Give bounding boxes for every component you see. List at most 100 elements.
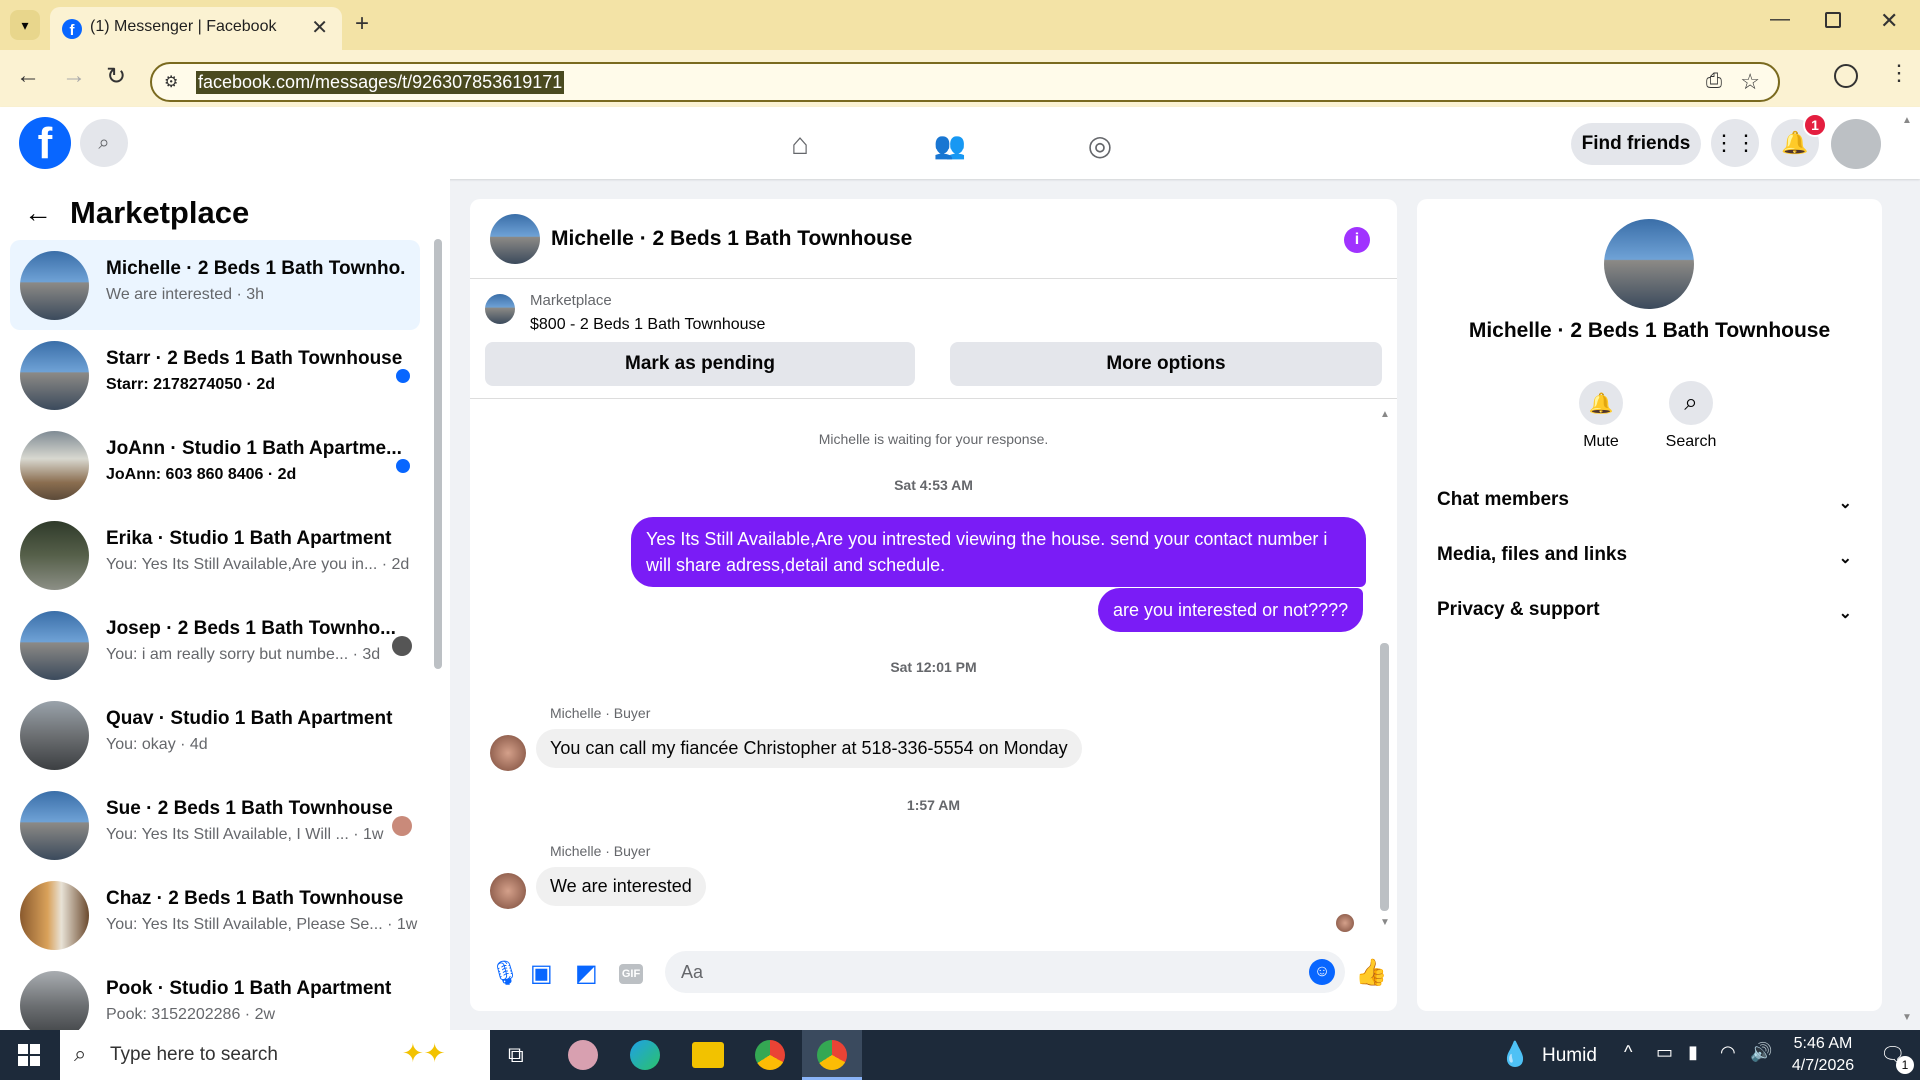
mute-label[interactable]: Mute: [1561, 433, 1641, 451]
back-arrow-icon[interactable]: ←: [24, 197, 52, 229]
weather-label[interactable]: Humid: [1542, 1045, 1597, 1067]
mute-bell-icon[interactable]: 🔔: [1579, 381, 1623, 425]
taskbar-app-icon[interactable]: [568, 1040, 598, 1070]
sender-label: Michelle · Buyer: [550, 843, 651, 859]
conversation-item[interactable]: Chaz · 2 Beds 1 Bath Townhouse You: Yes …: [10, 870, 420, 960]
new-tab-icon[interactable]: +: [355, 10, 369, 38]
bookmark-star-icon[interactable]: ☆: [1740, 69, 1760, 95]
find-friends-button[interactable]: Find friends: [1571, 123, 1701, 165]
emoji-icon[interactable]: ☺: [1309, 959, 1335, 985]
chrome-icon[interactable]: [755, 1040, 785, 1070]
search-label[interactable]: Search: [1651, 433, 1731, 451]
message-input[interactable]: Aa ☺: [665, 951, 1345, 993]
chevron-down-icon: ⌄: [1838, 495, 1852, 512]
conversation-item[interactable]: Starr · 2 Beds 1 Bath Townhouse Starr: 2…: [10, 330, 420, 420]
conversation-name: Quav · Studio 1 Bath Apartment: [106, 708, 393, 729]
microphone-icon[interactable]: 🎙: [490, 959, 520, 988]
home-icon[interactable]: ⌂: [780, 125, 820, 165]
chevron-down-icon: ⌄: [1838, 605, 1852, 622]
facebook-logo-icon[interactable]: f: [19, 117, 71, 169]
search-icon[interactable]: ⌕: [80, 119, 128, 167]
tab-close-icon[interactable]: ✕: [311, 15, 328, 40]
more-options-button[interactable]: More options: [950, 342, 1382, 386]
scroll-up-icon[interactable]: ▲: [1380, 409, 1390, 420]
minimize-icon[interactable]: —: [1770, 8, 1790, 31]
sender-avatar[interactable]: [490, 735, 526, 771]
groups-icon[interactable]: ◎: [1080, 125, 1120, 165]
conversation-item[interactable]: Pook · Studio 1 Bath Apartment Pook: 315…: [10, 960, 420, 1030]
sender-avatar[interactable]: [490, 873, 526, 909]
battery-icon[interactable]: ▮: [1688, 1042, 1698, 1063]
chat-panel: Michelle · 2 Beds 1 Bath Townhouse i Mar…: [470, 199, 1397, 1011]
conversation-item[interactable]: Quav · Studio 1 Bath Apartment You: okay…: [10, 690, 420, 780]
wifi-icon[interactable]: ◠: [1720, 1042, 1736, 1063]
edge-browser-icon[interactable]: [630, 1040, 660, 1070]
menu-grid-icon[interactable]: ⋮⋮: [1711, 119, 1759, 167]
divider: [470, 398, 1397, 399]
gif-icon[interactable]: GIF: [619, 964, 643, 984]
install-app-icon[interactable]: ⎙: [1706, 70, 1722, 93]
windows-start-icon[interactable]: [18, 1044, 40, 1066]
sticker-icon[interactable]: ◩: [575, 959, 598, 988]
search-icon: ⌕: [74, 1041, 87, 1066]
taskbar-search-box[interactable]: ⌕ Type here to search ✦✦: [60, 1030, 490, 1080]
conversation-preview: We are interested · 3h: [106, 286, 265, 303]
conversation-item[interactable]: Michelle · 2 Beds 1 Bath Townho... We ar…: [10, 240, 420, 330]
friends-icon[interactable]: 👥: [930, 125, 970, 165]
listing-thumbnail[interactable]: [485, 294, 515, 324]
sidebar-scrollbar[interactable]: [434, 239, 442, 669]
chat-avatar[interactable]: [490, 214, 540, 264]
conversation-item[interactable]: Sue · 2 Beds 1 Bath Townhouse You: Yes I…: [10, 780, 420, 870]
task-view-icon[interactable]: ⧉: [508, 1042, 524, 1068]
privacy-support-section[interactable]: Privacy & support ⌄: [1437, 599, 1862, 639]
media-files-links-section[interactable]: Media, files and links ⌄: [1437, 544, 1862, 584]
forward-icon[interactable]: →: [62, 62, 86, 90]
search-highlight-icon: ✦✦: [402, 1038, 446, 1068]
section-label: Chat members: [1437, 489, 1569, 510]
volume-icon[interactable]: 🔊: [1750, 1042, 1772, 1063]
listing-title[interactable]: $800 - 2 Beds 1 Bath Townhouse: [530, 316, 765, 334]
url-text[interactable]: facebook.com/messages/t/926307853619171: [196, 71, 565, 94]
reload-icon[interactable]: ↻: [106, 62, 126, 91]
seen-avatar: [1336, 914, 1354, 932]
search-in-chat-icon[interactable]: ⌕: [1669, 381, 1713, 425]
site-info-icon[interactable]: ⚙: [164, 72, 178, 92]
info-icon[interactable]: i: [1344, 227, 1370, 253]
conversation-item[interactable]: Josep · 2 Beds 1 Bath Townho... You: i a…: [10, 600, 420, 690]
unread-dot: [396, 459, 410, 473]
clock-date[interactable]: 4/7/2026: [1778, 1057, 1868, 1075]
menu-kebab-icon[interactable]: ⋮: [1888, 60, 1910, 86]
browser-chrome: ▾ f (1) Messenger | Facebook ✕ + — ✕ ← →…: [0, 0, 1920, 107]
conversation-preview: You: Yes Its Still Available, I Will ...…: [106, 826, 384, 843]
account-avatar[interactable]: [1831, 119, 1881, 169]
chat-members-section[interactable]: Chat members ⌄: [1437, 489, 1862, 529]
back-icon[interactable]: ←: [16, 62, 40, 90]
address-bar[interactable]: ⚙ facebook.com/messages/t/92630785361917…: [150, 62, 1780, 102]
conversation-item[interactable]: Erika · Studio 1 Bath Apartment You: Yes…: [10, 510, 420, 600]
chat-scrollbar[interactable]: [1380, 643, 1389, 911]
thumbs-up-icon[interactable]: 👍: [1355, 957, 1387, 988]
tray-chevron-icon[interactable]: ^: [1624, 1042, 1632, 1063]
photo-icon[interactable]: ▣: [530, 959, 553, 988]
page-scroll-down-icon[interactable]: ▼: [1902, 1012, 1912, 1023]
close-window-icon[interactable]: ✕: [1880, 8, 1898, 34]
tab-search-icon[interactable]: ▾: [10, 10, 40, 40]
weather-icon[interactable]: 💧: [1500, 1040, 1530, 1069]
scroll-down-icon[interactable]: ▼: [1380, 917, 1390, 928]
restore-icon[interactable]: [1825, 12, 1841, 28]
conversation-name: Sue · 2 Beds 1 Bath Townhouse: [106, 798, 393, 819]
browser-tab[interactable]: f (1) Messenger | Facebook ✕: [50, 7, 342, 50]
conversation-item[interactable]: JoAnn · Studio 1 Bath Apartme... JoAnn: …: [10, 420, 420, 510]
file-explorer-icon[interactable]: [692, 1042, 724, 1068]
chat-title[interactable]: Michelle · 2 Beds 1 Bath Townhouse: [551, 227, 912, 251]
seen-avatar: [392, 636, 412, 656]
tray-device-icon[interactable]: ▭: [1656, 1042, 1673, 1063]
facebook-header: f ⌕ ⌂ 👥 ◎ Find friends ⋮⋮ 🔔 1: [0, 107, 1920, 179]
profile-icon[interactable]: [1834, 64, 1858, 88]
clock-time[interactable]: 5:46 AM: [1778, 1035, 1868, 1053]
page-scroll-up-icon[interactable]: ▲: [1902, 115, 1912, 126]
mark-as-pending-button[interactable]: Mark as pending: [485, 342, 915, 386]
active-chrome-taskbar-item[interactable]: [802, 1030, 862, 1080]
conversation-preview: You: i am really sorry but numbe... · 3d: [106, 646, 381, 663]
info-avatar[interactable]: [1604, 219, 1694, 309]
